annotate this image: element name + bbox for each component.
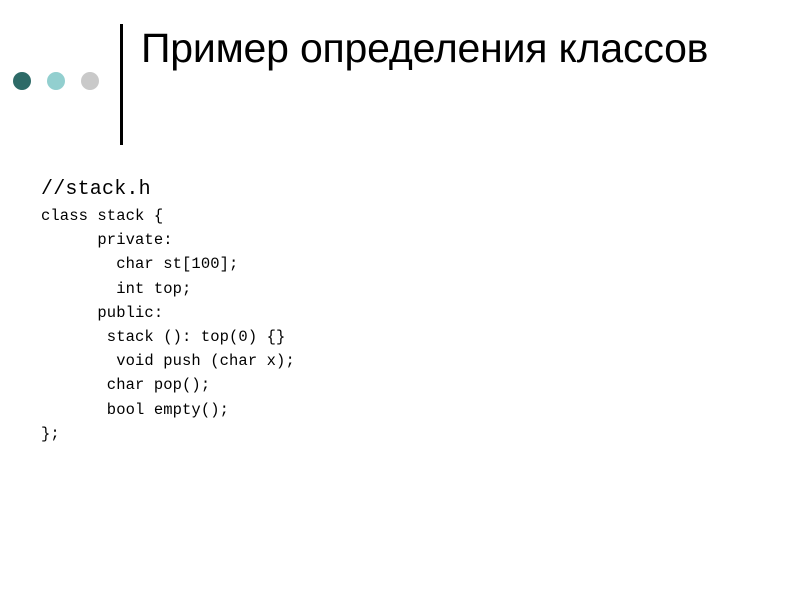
code-line: char pop();: [41, 376, 211, 395]
code-line: int top;: [41, 279, 192, 298]
code-line: };: [41, 424, 60, 443]
code-line: class stack {: [41, 207, 164, 225]
slide-header: Пример определения классов: [0, 0, 800, 160]
code-line: bool empty();: [41, 400, 230, 419]
code-line: private:: [41, 231, 173, 250]
code-line: void push (char x);: [41, 352, 295, 371]
code-line: char st[100];: [41, 255, 239, 274]
code-block: //stack.h class stack { private: char st…: [41, 176, 741, 446]
dot-light-teal-icon: [47, 72, 65, 90]
slide: Пример определения классов //stack.h cla…: [0, 0, 800, 600]
code-line: stack (): top(0) {}: [41, 328, 286, 347]
dot-dark-teal-icon: [13, 72, 31, 90]
title-vertical-rule: [120, 24, 123, 145]
decorative-dots: [13, 72, 99, 90]
dot-gray-icon: [81, 72, 99, 90]
page-title: Пример определения классов: [141, 25, 709, 71]
code-line: //stack.h: [41, 178, 151, 201]
code-line: public:: [41, 303, 164, 322]
